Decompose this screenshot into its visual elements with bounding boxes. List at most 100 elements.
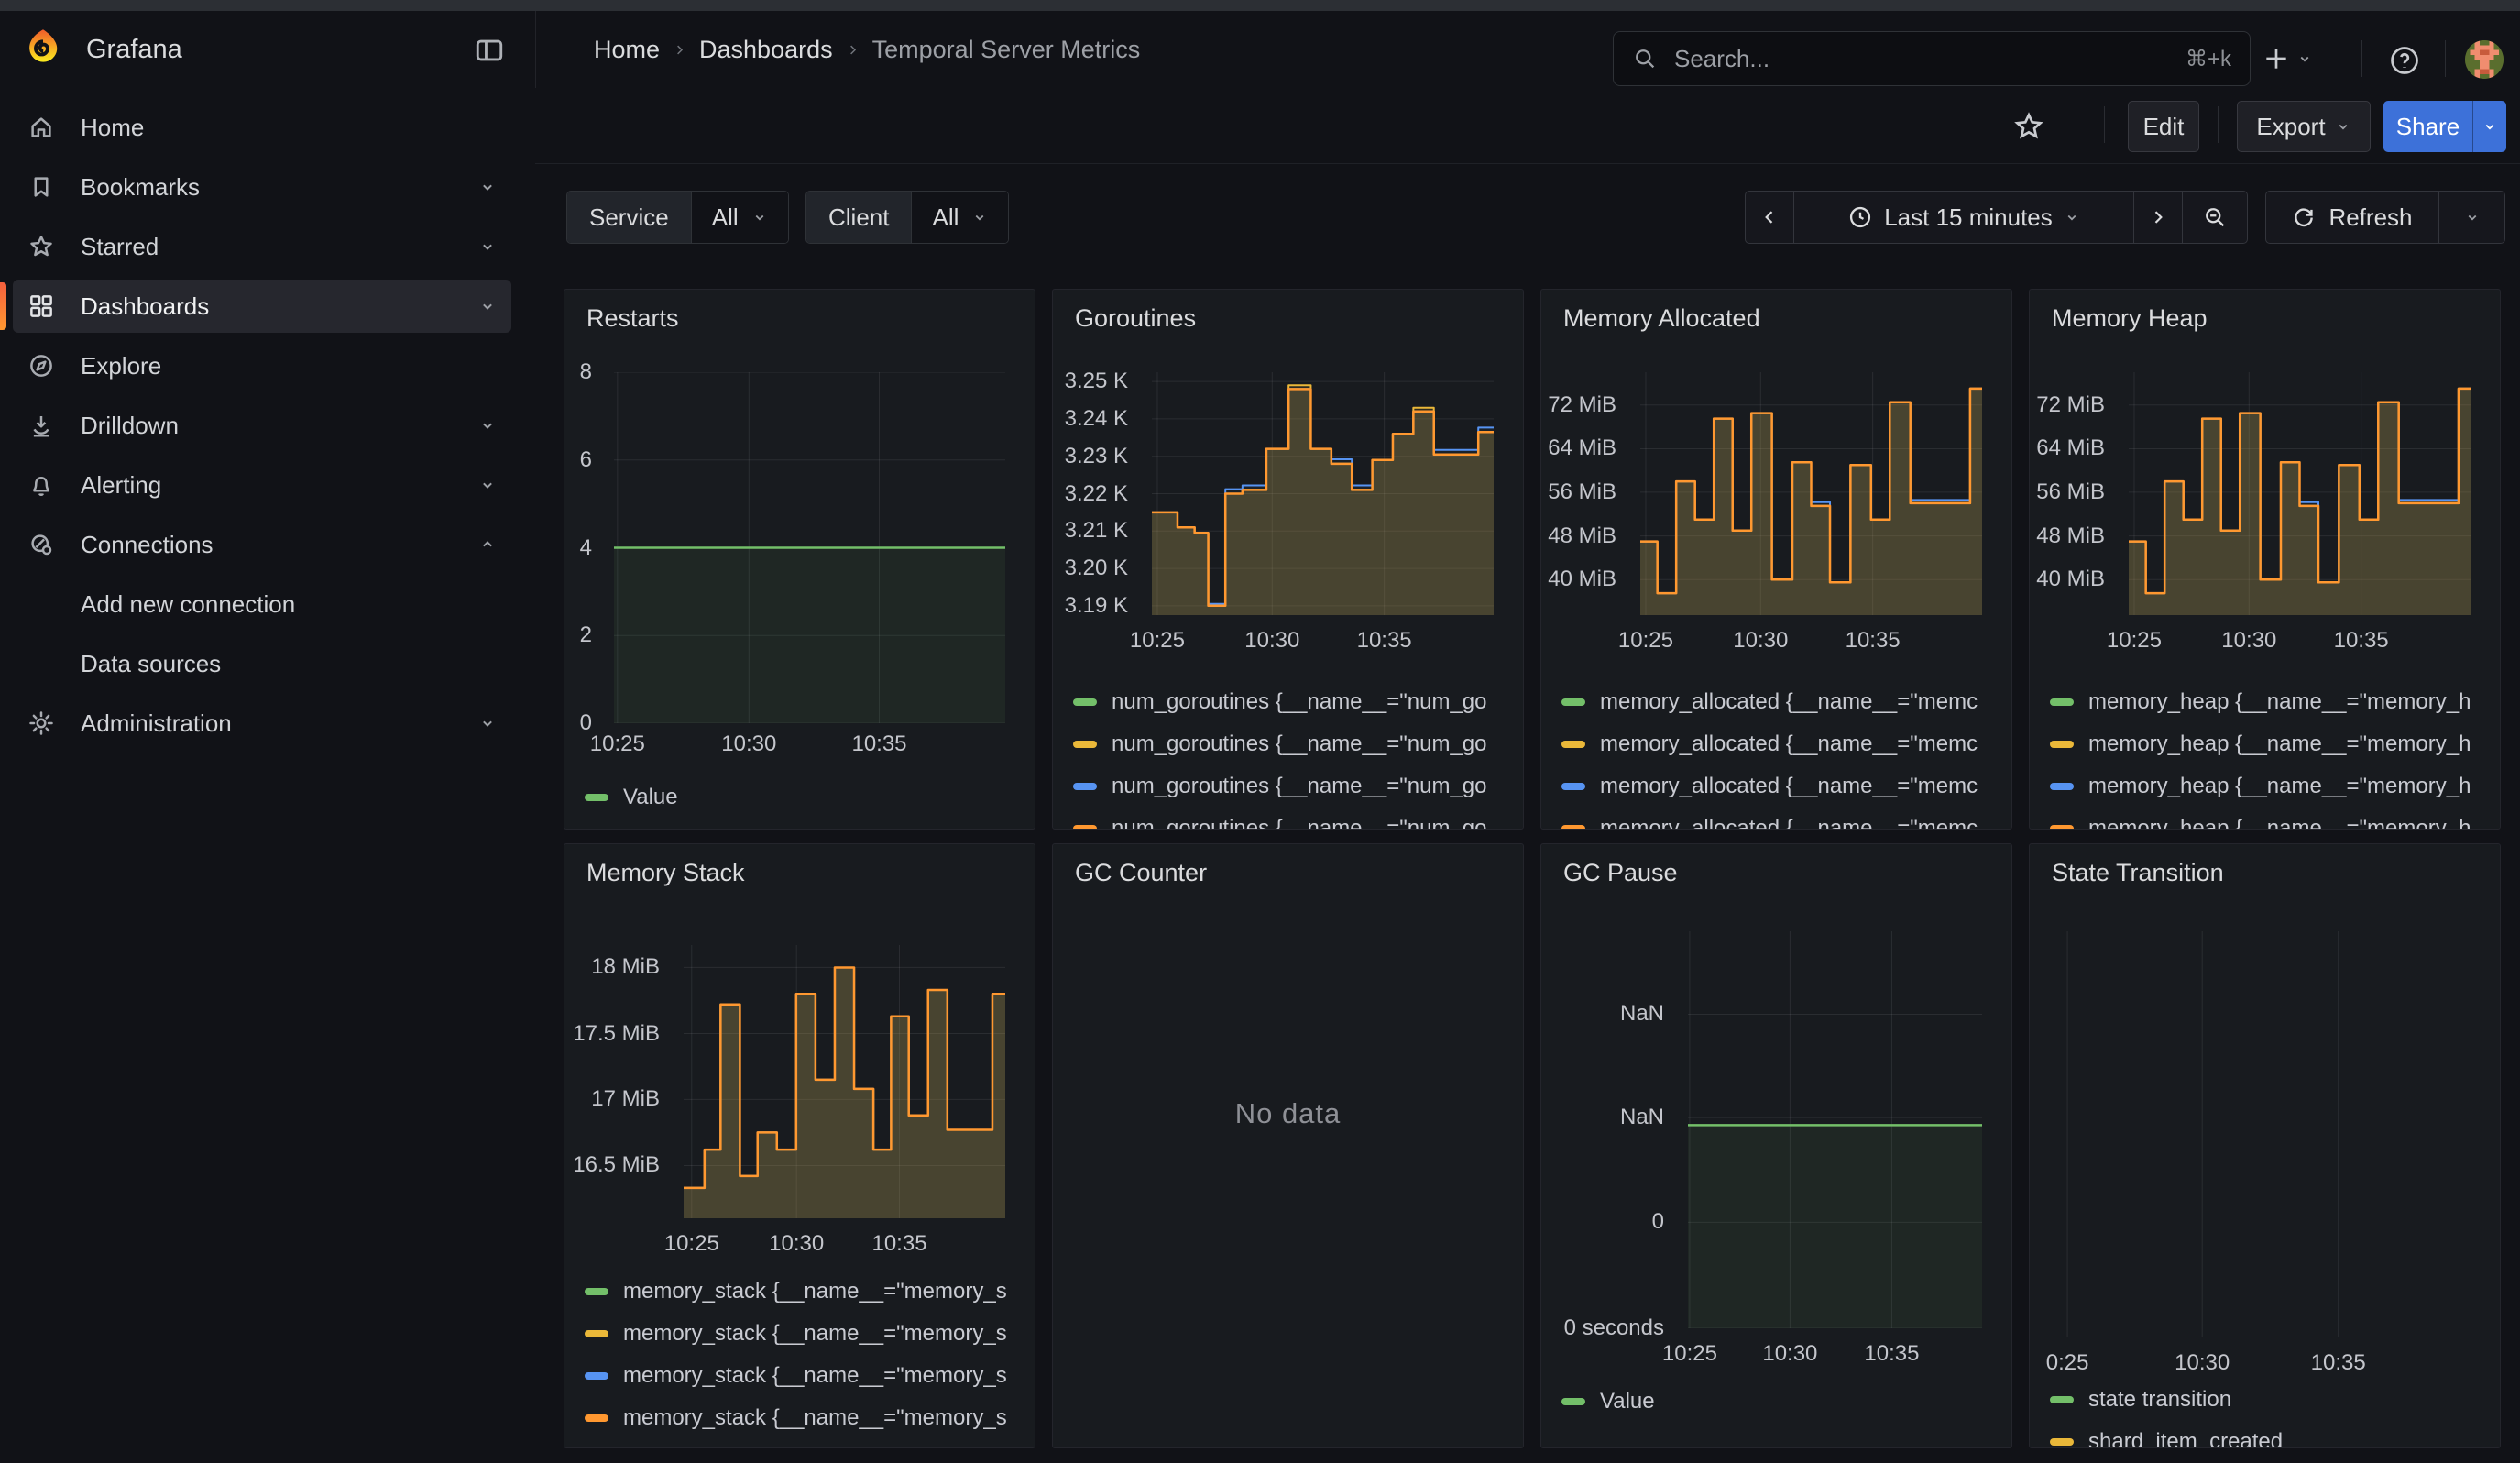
legend-item[interactable]: memory_heap {__name__="memory_h [2050, 689, 2491, 715]
y-tick-label: 3.22 K [1065, 481, 1128, 507]
sidebar-item-explore[interactable]: Explore [13, 339, 511, 392]
y-axis: NaNNaN00 seconds [1541, 931, 1677, 1328]
legend-item[interactable]: num_goroutines {__name__="num_go [1073, 689, 1514, 715]
legend-item[interactable]: num_goroutines {__name__="num_go [1073, 816, 1514, 830]
legend-item[interactable]: memory_heap {__name__="memory_h [2050, 732, 2491, 757]
sidebar-item-connections[interactable]: Connections [13, 518, 511, 571]
add-new-button[interactable] [2262, 37, 2339, 81]
legend-item[interactable]: memory_stack {__name__="memory_s [585, 1279, 1025, 1304]
export-button[interactable]: Export [2237, 101, 2371, 152]
sidebar-item-home[interactable]: Home [13, 101, 511, 154]
x-tick-label: 10:35 [871, 1231, 926, 1257]
legend-item[interactable]: Value [1561, 1389, 2002, 1414]
legend-series-label: num_goroutines {__name__="num_go [1112, 816, 1487, 830]
legend-series-marker [585, 1288, 608, 1295]
legend-item[interactable]: num_goroutines {__name__="num_go [1073, 774, 1514, 799]
legend-item[interactable]: memory_stack {__name__="memory_s [585, 1363, 1025, 1389]
time-range-button[interactable]: Last 15 minutes [1793, 191, 2134, 244]
service-variable-value[interactable]: All [691, 192, 788, 243]
share-button[interactable]: Share [2383, 101, 2472, 152]
favorite-star-icon[interactable] [2009, 106, 2049, 147]
zoom-out-button[interactable] [2182, 191, 2248, 244]
time-shift-forward-button[interactable] [2133, 191, 2183, 244]
sidebar-item-data-sources[interactable]: Data sources [13, 637, 511, 690]
chevron-right-icon [2149, 208, 2167, 226]
breadcrumb-dashboards[interactable]: Dashboards [699, 36, 833, 64]
filter-row: Service All Client All Last 15 minutes [535, 163, 2520, 273]
chevron-down-icon[interactable] [478, 416, 497, 434]
client-variable-value[interactable]: All [911, 192, 1008, 243]
chart-plot[interactable] [1152, 372, 1494, 615]
edit-button[interactable]: Edit [2128, 101, 2199, 152]
help-icon[interactable] [2384, 40, 2425, 81]
legend-item[interactable]: memory_allocated {__name__="memc [1561, 689, 2002, 715]
legend-item[interactable]: memory_heap {__name__="memory_h [2050, 774, 2491, 799]
panel-title[interactable]: GC Pause [1563, 859, 1678, 887]
legend-series-marker [2050, 1396, 2074, 1403]
chevron-down-icon[interactable] [478, 476, 497, 494]
x-axis: 0:2510:3010:35 [2043, 1350, 2471, 1378]
search-input[interactable] [1672, 44, 2171, 74]
panel-title[interactable]: State Transition [2052, 859, 2224, 887]
panel-title[interactable]: Restarts [586, 304, 679, 333]
legend-series-marker [1073, 698, 1097, 706]
chevron-down-icon[interactable] [478, 297, 497, 315]
x-tick-label: 10:30 [2175, 1350, 2230, 1376]
dock-menu-icon[interactable] [471, 33, 508, 68]
chart-plot[interactable] [614, 372, 1005, 723]
panel-title[interactable]: Memory Stack [586, 859, 745, 887]
grafana-logo-icon[interactable] [22, 18, 64, 79]
chevron-up-icon[interactable] [478, 535, 497, 554]
chevron-down-icon[interactable] [478, 178, 497, 196]
search-box[interactable]: ⌘+k [1613, 31, 2251, 86]
chart-plot[interactable] [684, 945, 1005, 1218]
panel-title[interactable]: Memory Heap [2052, 304, 2208, 333]
sidebar-item-drilldown[interactable]: Drilldown [13, 399, 511, 452]
time-shift-back-button[interactable] [1745, 191, 1794, 244]
chevron-down-icon[interactable] [478, 714, 497, 732]
y-tick-label: NaN [1620, 1001, 1664, 1027]
chevron-down-icon[interactable] [478, 237, 497, 256]
legend-item[interactable]: memory_allocated {__name__="memc [1561, 732, 2002, 757]
legend-item[interactable]: memory_heap {__name__="memory_h [2050, 816, 2491, 830]
chart-plot[interactable] [1640, 372, 1982, 615]
chart-plot[interactable] [2129, 372, 2471, 615]
breadcrumb-home[interactable]: Home [594, 36, 660, 64]
legend-item[interactable]: Value [585, 785, 1025, 810]
bell-icon [27, 471, 55, 499]
sidebar-item-dashboards[interactable]: Dashboards [13, 280, 511, 333]
legend-item[interactable]: state transition [2050, 1387, 2491, 1413]
legend-item[interactable]: memory_stack {__name__="memory_s [585, 1321, 1025, 1347]
legend-item[interactable]: memory_stack {__name__="memory_s [585, 1405, 1025, 1431]
panel-memory-heap: Memory Heap 72 MiB64 MiB56 MiB48 MiB40 M… [2029, 289, 2501, 830]
user-avatar[interactable] [2465, 40, 2504, 79]
refresh-button[interactable]: Refresh [2265, 191, 2439, 244]
sidebar-item-add-new-connection[interactable]: Add new connection [13, 578, 511, 631]
legend-item[interactable]: shard_item_created [2050, 1429, 2491, 1448]
legend-item[interactable]: memory_allocated {__name__="memc [1561, 774, 2002, 799]
sidebar-item-starred[interactable]: Starred [13, 220, 511, 273]
sidebar-item-label: Bookmarks [81, 173, 200, 202]
home-icon [27, 114, 55, 141]
y-tick-label: 72 MiB [1548, 392, 1616, 418]
panel-title[interactable]: Memory Allocated [1563, 304, 1760, 333]
sidebar-item-label: Add new connection [81, 590, 295, 619]
legend-item[interactable]: memory_allocated {__name__="memc [1561, 816, 2002, 830]
panel-title[interactable]: Goroutines [1075, 304, 1196, 333]
x-axis: 10:2510:3010:35 [1688, 1341, 1982, 1369]
refresh-interval-button[interactable] [2438, 191, 2505, 244]
share-dropdown-button[interactable] [2472, 101, 2506, 152]
legend-series-label: memory_stack {__name__="memory_s [623, 1405, 1007, 1431]
chart-plot[interactable] [2043, 931, 2471, 1337]
sidebar-item-administration[interactable]: Administration [13, 697, 511, 750]
x-tick-label: 10:30 [1244, 628, 1299, 654]
no-data-message: No data [1053, 1097, 1523, 1130]
sidebar-item-alerting[interactable]: Alerting [13, 458, 511, 512]
y-tick-label: 3.20 K [1065, 556, 1128, 581]
chart-plot[interactable] [1688, 931, 1982, 1328]
panel-title[interactable]: GC Counter [1075, 859, 1207, 887]
sidebar-item-bookmarks[interactable]: Bookmarks [13, 160, 511, 214]
legend-item[interactable]: num_goroutines {__name__="num_go [1073, 732, 1514, 757]
y-tick-label: 3.24 K [1065, 406, 1128, 432]
chevron-down-icon [2482, 118, 2498, 135]
